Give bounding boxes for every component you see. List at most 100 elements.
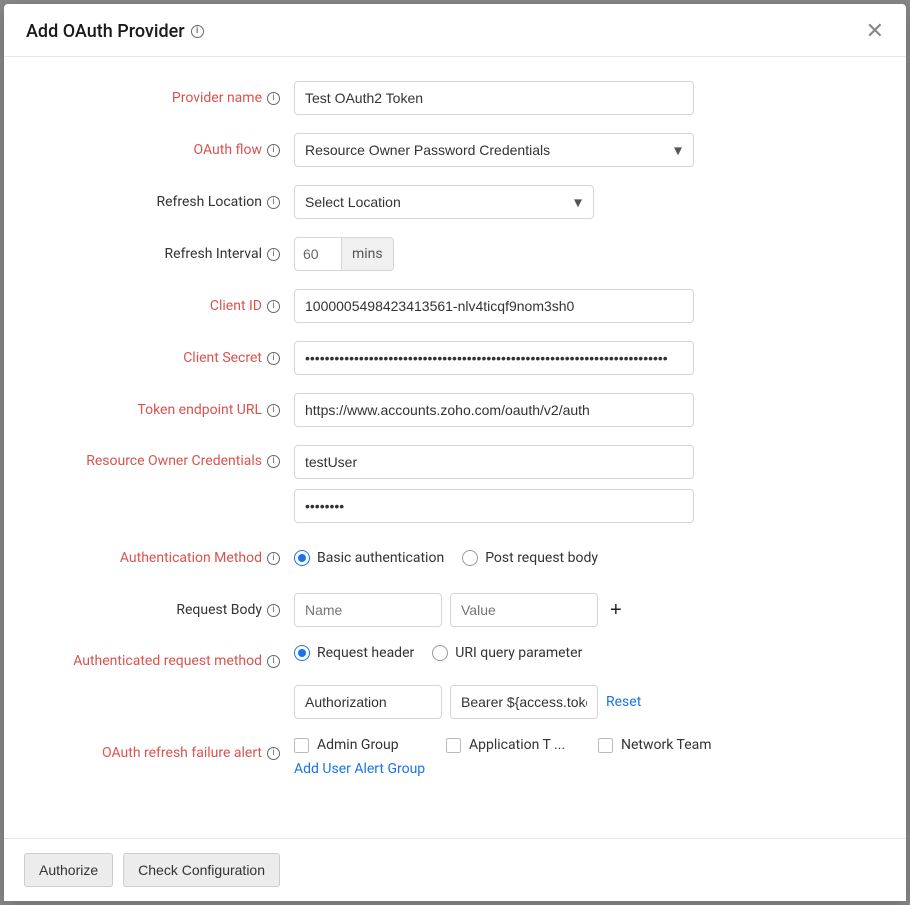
info-icon[interactable]: i [267,552,280,565]
checkbox-label: Admin Group [317,737,399,753]
info-icon[interactable]: i [267,92,280,105]
row-client-secret: Client Secret i [34,341,876,375]
label-text: Authenticated request method [73,653,262,669]
label-text: Client Secret [183,350,262,366]
add-user-alert-group-link[interactable]: Add User Alert Group [294,761,728,777]
radio-uri-query[interactable]: URI query parameter [432,645,582,661]
radio-label: Post request body [485,550,598,566]
modal-footer: Authorize Check Configuration [4,838,906,901]
auth-header-name-input[interactable] [294,685,442,719]
auth-method-radio-group: Basic authentication Post request body [294,550,598,566]
label-text: Client ID [210,298,262,314]
check-configuration-button[interactable]: Check Configuration [123,853,280,887]
row-token-endpoint: Token endpoint URL i [34,393,876,427]
info-icon[interactable]: i [267,248,280,261]
info-icon[interactable]: i [191,25,204,38]
close-button[interactable]: ✕ [866,20,884,42]
info-icon[interactable]: i [267,300,280,313]
provider-name-input[interactable] [294,81,694,115]
checkbox-label: Network Team [621,737,712,753]
row-auth-request-method: Authenticated request method i Request h… [34,645,876,719]
info-icon[interactable]: i [267,352,280,365]
modal-title-text: Add OAuth Provider [26,21,185,42]
row-refresh-location: Refresh Location i Select Location ▾ [34,185,876,219]
row-refresh-interval: Refresh Interval i mins [34,237,876,271]
interval-group: mins [294,237,394,271]
radio-basic-auth[interactable]: Basic authentication [294,550,444,566]
label-text: Request Body [176,602,262,618]
checkbox-network-team[interactable]: Network Team [598,737,728,753]
radio-post-body[interactable]: Post request body [462,550,598,566]
label-token-endpoint: Token endpoint URL i [34,402,294,418]
resource-owner-username-input[interactable] [294,445,694,479]
row-oauth-flow: OAuth flow i Resource Owner Password Cre… [34,133,876,167]
oauth-flow-select[interactable]: Resource Owner Password Credentials [294,133,694,167]
plus-icon: + [610,599,622,621]
label-request-body: Request Body i [34,602,294,618]
label-refresh-interval: Refresh Interval i [34,246,294,262]
label-auth-request-method: Authenticated request method i [34,645,294,669]
label-text: Refresh Location [156,194,262,210]
client-id-input[interactable] [294,289,694,323]
radio-icon [294,645,310,661]
checkbox-label: Application T ... [469,737,565,753]
info-icon[interactable]: i [267,455,280,468]
radio-label: URI query parameter [455,645,582,661]
info-icon[interactable]: i [267,747,280,760]
row-provider-name: Provider name i [34,81,876,115]
label-text: OAuth flow [194,142,262,158]
radio-label: Request header [317,645,414,661]
oauth-provider-modal: Add OAuth Provider i ✕ Provider name i O… [4,4,906,901]
label-resource-owner: Resource Owner Credentials i [34,445,294,469]
label-text: Authentication Method [120,550,262,566]
modal-header: Add OAuth Provider i ✕ [4,4,906,57]
row-request-body: Request Body i + [34,593,876,627]
info-icon[interactable]: i [267,604,280,617]
info-icon[interactable]: i [267,196,280,209]
label-auth-method: Authentication Method i [34,550,294,566]
checkbox-icon [598,738,613,753]
info-icon[interactable]: i [267,655,280,668]
checkbox-icon [446,738,461,753]
modal-title: Add OAuth Provider i [26,21,204,42]
checkbox-admin-group[interactable]: Admin Group [294,737,424,753]
checkbox-icon [294,738,309,753]
refresh-location-select[interactable]: Select Location [294,185,594,219]
token-endpoint-input[interactable] [294,393,694,427]
label-text: Refresh Interval [165,246,262,262]
auth-header-value-input[interactable] [450,685,598,719]
info-icon[interactable]: i [267,144,280,157]
label-refresh-location: Refresh Location i [34,194,294,210]
label-refresh-alert: OAuth refresh failure alert i [34,737,294,761]
radio-icon [432,645,448,661]
radio-label: Basic authentication [317,550,444,566]
auth-request-method-radio-group: Request header URI query parameter [294,645,641,661]
alert-groups: Admin Group Application T ... Network Te… [294,737,728,753]
checkbox-application-team[interactable]: Application T ... [446,737,576,753]
label-text: Provider name [172,90,262,106]
label-client-secret: Client Secret i [34,350,294,366]
resource-owner-password-input[interactable] [294,489,694,523]
radio-icon [294,550,310,566]
reset-link[interactable]: Reset [606,694,641,710]
radio-icon [462,550,478,566]
client-secret-input[interactable] [294,341,694,375]
info-icon[interactable]: i [267,404,280,417]
request-body-name-input[interactable] [294,593,442,627]
row-auth-method: Authentication Method i Basic authentica… [34,541,876,575]
authorize-button[interactable]: Authorize [24,853,113,887]
label-text: Resource Owner Credentials [86,453,262,469]
add-request-body-button[interactable]: + [606,600,626,620]
radio-request-header[interactable]: Request header [294,645,414,661]
label-provider-name: Provider name i [34,90,294,106]
row-client-id: Client ID i [34,289,876,323]
auth-request-inputs: Reset [294,685,641,719]
row-resource-owner: Resource Owner Credentials i [34,445,876,523]
refresh-interval-input[interactable] [294,237,342,271]
modal-body: Provider name i OAuth flow i Resource Ow… [4,57,906,838]
request-body-value-input[interactable] [450,593,598,627]
close-icon: ✕ [866,18,884,43]
interval-unit: mins [342,237,394,271]
label-client-id: Client ID i [34,298,294,314]
label-oauth-flow: OAuth flow i [34,142,294,158]
